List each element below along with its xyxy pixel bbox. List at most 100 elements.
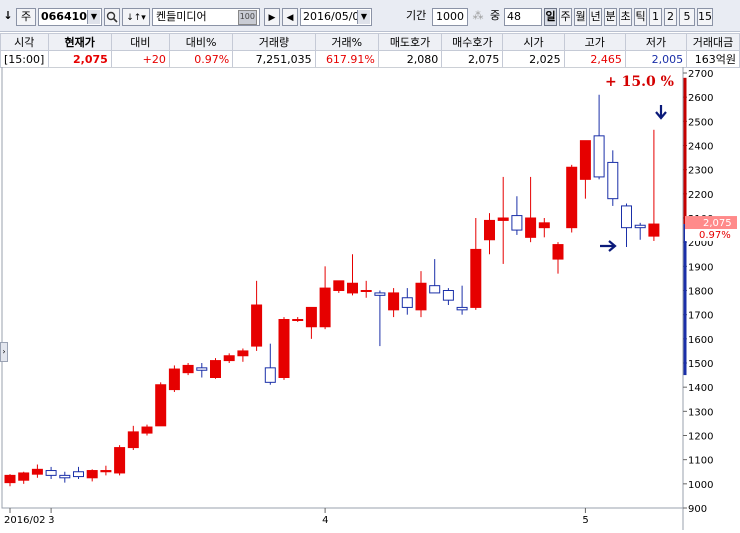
candle-body [45,470,57,476]
y-tick-label: 2600 [688,93,713,104]
tab-10[interactable]: 15 [697,8,713,26]
candle-body [442,290,454,301]
overlap-input[interactable]: 48 [504,8,542,26]
quote-header-cell: 매수호가 [441,33,504,51]
quote-table: 시각 현재가 대비 대비% 거래량 거래% 매도호가 매수호가 시가 고가 저가 거래대금 [15:0… [0,33,740,68]
y-tick-label: 1400 [688,383,713,394]
candle-body [86,470,98,479]
y-tick-label: 1700 [688,311,713,322]
tab-6[interactable]: 틱 [634,8,647,26]
quote-value-cell: 2,005 [624,50,688,68]
y-tick-label: 900 [688,504,707,515]
y-tick-label: 2500 [688,117,713,128]
quote-header-cell: 저가 [624,33,688,51]
y-tick-label: 2300 [688,166,713,177]
candle-body [648,223,660,237]
chevron-down-icon[interactable]: ▼ [357,10,370,24]
date-field[interactable]: 2016/05/04 ▼ [300,8,372,26]
quote-value-cell: 7,251,035 [232,50,316,68]
quote-value-cell: 2,080 [377,50,443,68]
candlestick-chart[interactable]: 900 1000 1100 1200 1300 1400 1500 1600 1700 1800 1… [0,66,740,530]
candle-body [127,431,139,449]
y-tick-label: 2200 [688,190,713,201]
next-button[interactable]: ▶ [264,8,280,26]
quote-value-cell: 2,075 [47,50,112,68]
stock-code-field[interactable]: 066410 ▼ [38,8,102,26]
candle-body [141,426,153,434]
tab-4[interactable]: 분 [604,8,617,26]
play-right-icon: ▶ [268,13,276,23]
period-label: 기간 [406,9,427,22]
quote-value-cell: 0.97% [168,50,234,68]
tab-9[interactable]: 5 [679,8,695,26]
candle-body [278,319,290,378]
candle-body [182,364,194,374]
candle-body [73,471,84,478]
down-arrow-icon[interactable]: ↓ [2,8,14,26]
candle-body [237,350,249,357]
quote-header-cell: 거래% [314,33,379,51]
y-tick-label: 2700 [688,69,713,80]
tab-8[interactable]: 2 [664,8,677,26]
quote-header-cell: 대비 [110,33,170,51]
y-tick-label: 1900 [688,262,713,273]
toolbar: ↓ 주 066410 ▼ ↓↑▾ 켄들미디어 100 ▶ ◀ 2016/05/0… [0,0,740,32]
candle-body [333,280,345,291]
spin-icon[interactable]: ⁂ [470,8,486,26]
tab-7[interactable]: 1 [649,8,662,26]
y-tick-label: 1600 [688,335,713,346]
period-input[interactable]: 1000 [432,8,468,26]
candle-body [497,217,509,221]
y-tick-label: 1800 [688,287,713,298]
candle-body [18,472,30,481]
chart-canvas[interactable]: 900 1000 1100 1200 1300 1400 1500 1600 1700 1800 1… [0,66,740,530]
candle-body [4,474,16,484]
price-range-bar-down [683,224,687,376]
candle-body [210,360,221,379]
overlap-label: 중 [490,9,501,22]
quote-value-cell: 2,025 [502,50,565,68]
search-icon[interactable] [104,8,120,26]
quote-header-cell: 매도호가 [377,33,443,51]
market-button[interactable]: 주 [16,8,36,26]
candle-body [374,292,386,296]
stock-name-field[interactable]: 켄들미디어 100 [152,8,260,26]
candle-body [579,140,591,180]
collapse-handle[interactable]: › [0,342,8,362]
chevron-down-icon[interactable]: ▼ [87,10,100,24]
candle-body [456,306,468,311]
candle-body [401,297,413,308]
candle-body [634,224,646,229]
quote-value-cell: 2,465 [563,50,626,68]
tab-3[interactable]: 년 [589,8,602,26]
candle-body [429,285,441,294]
y-tick-label: 2400 [688,142,713,153]
play-left-icon: ◀ [286,13,294,23]
tab-5[interactable]: 초 [619,8,632,26]
candle-body [319,287,331,328]
tab-2[interactable]: 월 [574,8,587,26]
candle-body [360,290,372,292]
tab-0[interactable]: 일 [544,8,557,26]
y-tick-label: 1500 [688,359,713,370]
candle-body [511,215,523,231]
candle-body [305,306,317,328]
quote-header-cell: 거래대금 [686,33,740,51]
tab-1[interactable]: 주 [559,8,572,26]
candle-body [484,219,495,241]
sort-menu-button[interactable]: ↓↑▾ [122,8,150,26]
candle-body [264,367,276,383]
candle-body [538,222,550,229]
quote-header-cell: 시각 [0,33,49,51]
change-pct-label: 0.97% [699,230,731,241]
quote-value-cell: +20 [110,50,170,68]
candle-body [31,468,43,475]
candle-body [552,244,564,260]
candle-body [59,474,71,479]
quote-value-row: [15:00] 2,075 +20 0.97% 7,251,035 617.91% 2,08… [0,50,740,68]
quote-header-cell: 거래량 [232,33,316,51]
quote-header-row: 시각 현재가 대비 대비% 거래량 거래% 매도호가 매수호가 시가 고가 저가 거래대금 [0,33,740,51]
prev-button[interactable]: ◀ [282,8,298,26]
candle-body [168,368,180,391]
x-tick-label: 2016/02 [4,515,46,526]
